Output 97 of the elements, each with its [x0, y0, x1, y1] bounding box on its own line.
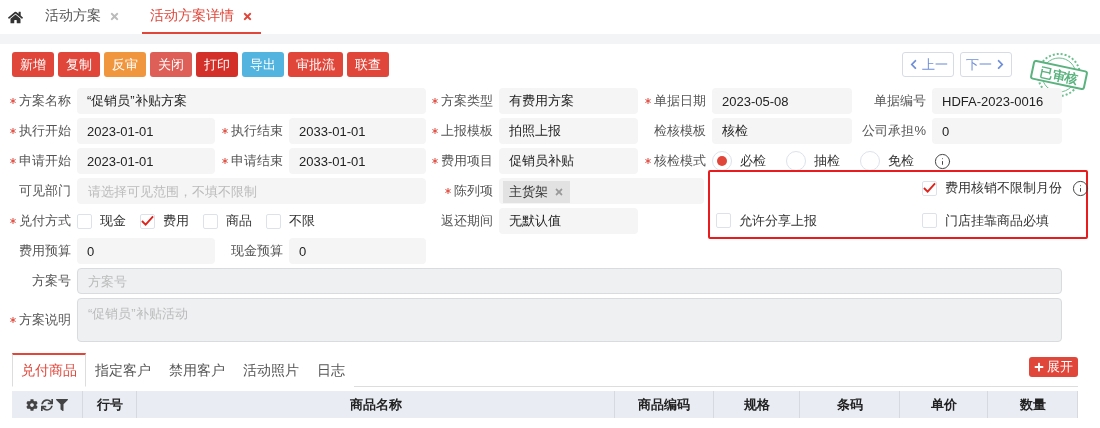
field-value[interactable]: 2023-01-01: [77, 118, 215, 144]
column-header[interactable]: 商品编码: [615, 391, 714, 418]
required-icon: [432, 158, 438, 164]
required-icon: [445, 188, 451, 194]
chevron-right-icon: [995, 59, 1006, 70]
field-label: 执行开始: [12, 118, 77, 144]
field-value[interactable]: HDFA-2023-0016: [932, 88, 1062, 114]
field-label: 费用预算: [18, 242, 72, 260]
field-label: 陈列项: [426, 178, 499, 204]
checkbox-option[interactable]: 不限: [266, 212, 315, 230]
column-header[interactable]: 单价: [900, 391, 988, 418]
radio-button[interactable]: [712, 151, 732, 171]
field-label: 兑付方式: [12, 208, 77, 234]
field-value[interactable]: “促销员”补贴方案: [77, 88, 426, 114]
checkbox[interactable]: [922, 180, 937, 196]
field-label: 返还期间: [440, 212, 494, 230]
field-label: 公司承担%: [861, 122, 927, 140]
check-icon: [923, 182, 936, 195]
next-button[interactable]: 下一: [960, 52, 1012, 77]
field-label: 上报模板: [426, 118, 499, 144]
field-label: 单据日期: [638, 88, 712, 114]
field-label: 方案名称: [12, 88, 77, 114]
required-icon: [645, 98, 651, 104]
column-header[interactable]: 数量: [988, 391, 1078, 418]
checkbox[interactable]: [203, 213, 218, 229]
field-value[interactable]: 2023-01-01: [77, 148, 215, 174]
required-icon: [10, 98, 16, 104]
checkbox[interactable]: [716, 213, 731, 229]
field-label: 可见部门: [18, 182, 72, 200]
field-value[interactable]: 2023-05-08: [712, 88, 852, 114]
previous-button[interactable]: 上一: [902, 52, 954, 77]
required-icon: [10, 218, 16, 224]
column-header[interactable]: 规格: [714, 391, 800, 418]
required-icon: [10, 317, 16, 323]
column-header[interactable]: 条码: [800, 391, 900, 418]
required-icon: [222, 158, 228, 164]
required-icon: [222, 128, 228, 134]
required-icon: [432, 128, 438, 134]
required-icon: [432, 98, 438, 104]
expand-button[interactable]: 展开: [1029, 357, 1078, 377]
checkbox-option[interactable]: 费用核销不限制月份: [922, 179, 1062, 198]
field-value[interactable]: 2033-01-01: [289, 118, 426, 144]
toolbar-button[interactable]: 关闭: [150, 52, 192, 77]
chevron-left-icon: [908, 59, 919, 70]
field-label: 费用项目: [426, 148, 499, 174]
field-label: 执行结束: [215, 118, 289, 144]
tag-field[interactable]: 主货架: [499, 178, 704, 204]
field-label: 申请开始: [12, 148, 77, 174]
field-value[interactable]: 有费用方案: [499, 88, 638, 114]
close-icon[interactable]: [242, 10, 253, 22]
checkbox[interactable]: [922, 213, 937, 229]
radio-button[interactable]: [786, 151, 806, 171]
checkbox-option[interactable]: 现金: [77, 212, 126, 230]
checkbox-option[interactable]: 费用: [140, 212, 189, 230]
tag: 主货架: [503, 181, 570, 203]
field-value[interactable]: 0: [932, 118, 1062, 144]
toolbar-button[interactable]: 审批流: [288, 52, 343, 77]
radio-button[interactable]: [860, 151, 880, 171]
checkbox-option[interactable]: 商品: [203, 212, 252, 230]
field-value[interactable]: 拍照上报: [499, 118, 638, 144]
field-label: 方案说明: [12, 298, 77, 342]
checkbox[interactable]: [266, 213, 281, 229]
field-value[interactable]: 0: [77, 238, 215, 264]
column-header[interactable]: 行号: [83, 391, 137, 418]
field-label: 方案号: [31, 272, 72, 290]
field-label: 方案类型: [426, 88, 499, 114]
field-value[interactable]: 促销员补贴: [499, 148, 638, 174]
checkbox[interactable]: [140, 213, 155, 229]
toolbar-button[interactable]: 联查: [347, 52, 389, 77]
field-value[interactable]: 核检: [712, 118, 852, 144]
required-icon: [645, 158, 651, 164]
field-value[interactable]: 2033-01-01: [289, 148, 426, 174]
toolbar-button[interactable]: 打印: [196, 52, 238, 77]
field-label: 申请结束: [215, 148, 289, 174]
field-label: 核检模式: [638, 148, 712, 174]
settings-icon[interactable]: [26, 398, 38, 411]
field-label: 检核模板: [653, 122, 707, 140]
info-icon[interactable]: [934, 152, 951, 170]
field-value[interactable]: 0: [289, 238, 426, 264]
required-icon: [10, 128, 16, 134]
field-label: 现金预算: [230, 242, 284, 260]
plus-icon: [1034, 362, 1044, 372]
checkbox[interactable]: [77, 213, 92, 229]
field-label: 单据编号: [873, 92, 927, 110]
check-icon: [141, 215, 154, 227]
checkbox-option[interactable]: 允许分享上报: [716, 211, 817, 230]
toolbar-button[interactable]: 新增: [12, 52, 54, 77]
required-icon: [10, 158, 16, 164]
column-header[interactable]: 商品名称: [137, 391, 615, 418]
toolbar-button[interactable]: 复制: [58, 52, 100, 77]
detail-tab[interactable]: 兑付商品: [12, 353, 86, 387]
checkbox-option[interactable]: 门店挂靠商品必填: [922, 211, 1049, 230]
page-tab[interactable]: 活动方案: [37, 0, 128, 34]
info-icon[interactable]: [1072, 179, 1089, 197]
refresh-icon[interactable]: [41, 398, 53, 411]
field-value[interactable]: 无默认值: [499, 208, 638, 234]
filter-icon[interactable]: [56, 398, 68, 411]
